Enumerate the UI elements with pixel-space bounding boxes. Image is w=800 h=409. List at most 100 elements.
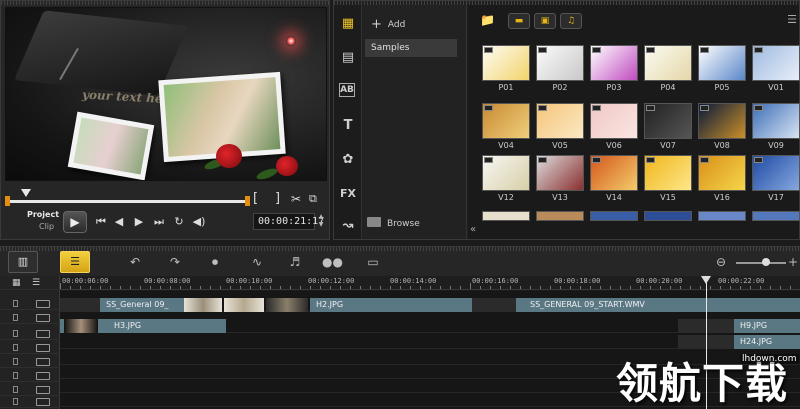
path-icon[interactable]: ↝ — [339, 217, 357, 235]
media-thumbnail[interactable] — [482, 155, 530, 191]
track-list-icon[interactable]: ☰ — [32, 278, 40, 288]
sound-mixer-button[interactable]: ∿ — [248, 254, 266, 270]
media-thumbnail[interactable] — [536, 45, 584, 81]
scrub-bar[interactable]: [ ] ✂ ⧉ — [5, 189, 327, 207]
browse-button[interactable]: Browse — [367, 215, 420, 233]
title-icon[interactable]: T — [339, 117, 357, 135]
media-thumbnail[interactable] — [698, 103, 746, 139]
lock-icon[interactable] — [13, 330, 18, 337]
track-header[interactable] — [0, 356, 60, 368]
media-thumbnail[interactable] — [482, 103, 530, 139]
folder-item-samples[interactable]: Samples — [365, 39, 457, 57]
media-thumbnail[interactable] — [698, 155, 746, 191]
timeline-clip[interactable]: H9.JPG — [734, 319, 800, 333]
media-thumbnail[interactable] — [590, 103, 638, 139]
panel-grip[interactable] — [1, 1, 329, 5]
zoom-slider-knob[interactable] — [762, 258, 770, 266]
media-thumbnail[interactable] — [590, 45, 638, 81]
media-thumbnail[interactable] — [590, 211, 638, 221]
thumbnail-label: P03 — [606, 83, 622, 92]
mark-out-button[interactable]: ] — [275, 191, 280, 206]
repeat-button[interactable]: ↻ — [171, 213, 187, 231]
lock-icon[interactable] — [13, 398, 18, 405]
media-thumbnail[interactable] — [536, 155, 584, 191]
home-button[interactable]: ⏮ — [93, 213, 109, 231]
subtitle-editor-button[interactable]: ▭ — [364, 254, 382, 270]
zoom-in-button[interactable]: + — [784, 254, 800, 270]
track-header[interactable] — [0, 370, 60, 382]
audio-filter-toggle[interactable]: ♫ — [560, 13, 582, 29]
scrubber-handle[interactable] — [21, 189, 31, 197]
auto-music-button[interactable]: ♬ — [286, 254, 304, 270]
play-button[interactable]: ▶ — [63, 211, 87, 233]
media-library-icon[interactable]: ▦ — [339, 15, 357, 33]
instant-project-icon[interactable]: ▤ — [339, 49, 357, 67]
library-scrollbar[interactable] — [789, 35, 797, 235]
track-header[interactable] — [0, 298, 60, 310]
mark-in-button[interactable]: [ — [253, 191, 258, 206]
undo-button[interactable]: ↶ — [126, 254, 144, 270]
media-thumbnail[interactable] — [482, 211, 530, 221]
next-frame-button[interactable]: ▶ — [131, 213, 147, 231]
storyboard-view-button[interactable]: ▥ — [8, 251, 38, 273]
track-header[interactable] — [0, 328, 60, 340]
timeline-clip[interactable]: SS_GENERAL 09_START.WMV — [516, 298, 800, 312]
scissors-icon[interactable]: ✂ — [291, 192, 301, 206]
add-folder-button[interactable]: + Add — [371, 17, 405, 32]
lock-icon[interactable] — [13, 386, 18, 393]
previous-frame-button[interactable]: ◀ — [111, 213, 127, 231]
zoom-out-button[interactable]: ⊖ — [712, 254, 730, 270]
graphic-icon[interactable]: ✿ — [339, 151, 357, 169]
zoom-slider[interactable] — [736, 262, 786, 264]
lock-icon[interactable] — [13, 344, 18, 351]
media-thumbnail[interactable] — [482, 45, 530, 81]
options-menu-icon[interactable]: ☰ — [787, 13, 797, 26]
timeline-clip[interactable]: SS_General 09_ — [100, 298, 184, 312]
mode-clip-label[interactable]: Clip — [39, 222, 54, 231]
volume-button[interactable]: ◀) — [191, 213, 207, 231]
media-thumbnail[interactable] — [698, 45, 746, 81]
timecode-spinner[interactable]: ▲ ▼ — [317, 213, 325, 230]
timeline-view-button[interactable]: ☰ — [60, 251, 90, 273]
timeline-ruler[interactable]: 00:00:06:00 00:00:08:00 00:00:10:00 00:00:1… — [60, 276, 800, 290]
media-thumbnail[interactable] — [644, 45, 692, 81]
media-thumbnail[interactable] — [644, 103, 692, 139]
track-header[interactable] — [0, 396, 60, 408]
track-header[interactable] — [0, 384, 60, 396]
end-button[interactable]: ⏭ — [151, 213, 167, 231]
photo-filter-toggle[interactable]: ▣ — [534, 13, 556, 29]
redo-button[interactable]: ↷ — [166, 254, 184, 270]
collapse-panel-icon[interactable]: « — [470, 224, 476, 235]
track-manager-row[interactable]: ▦ ☰ — [0, 278, 60, 290]
timeline-clip[interactable] — [472, 298, 516, 312]
media-thumbnail[interactable] — [536, 103, 584, 139]
video-filter-toggle[interactable]: ▬ — [508, 13, 530, 29]
record-capture-button[interactable]: ⏺ — [206, 254, 224, 270]
timeline-clip[interactable] — [60, 298, 100, 312]
media-thumbnail[interactable] — [644, 211, 692, 221]
panel-grip[interactable] — [0, 247, 800, 251]
track-header[interactable] — [0, 342, 60, 354]
media-thumbnail[interactable] — [536, 211, 584, 221]
track-header[interactable] — [0, 312, 60, 324]
lock-icon[interactable] — [13, 314, 18, 321]
filter-icon[interactable]: FX — [339, 185, 357, 203]
motion-tracking-button[interactable]: ●● — [322, 254, 343, 270]
transition-icon[interactable]: AB — [339, 83, 355, 97]
lock-icon[interactable] — [13, 358, 18, 365]
timeline-clip[interactable]: H2.JPG — [310, 298, 472, 312]
trim-out-handle[interactable] — [245, 196, 250, 206]
copy-icon[interactable]: ⧉ — [309, 192, 317, 206]
media-thumbnail[interactable] — [698, 211, 746, 221]
lock-icon[interactable] — [13, 300, 18, 307]
playhead-handle[interactable] — [701, 276, 711, 284]
track-manager-icon[interactable]: ▦ — [12, 278, 21, 288]
media-thumbnail[interactable] — [644, 155, 692, 191]
mode-project-label[interactable]: Project — [27, 210, 59, 219]
trim-in-handle[interactable] — [5, 196, 10, 206]
timeline-clip[interactable]: H24.JPG — [734, 335, 800, 349]
timecode-field[interactable]: 00:00:21:17 — [253, 213, 324, 230]
import-folder-icon[interactable]: 📁 — [480, 13, 495, 27]
lock-icon[interactable] — [13, 372, 18, 379]
media-thumbnail[interactable] — [590, 155, 638, 191]
